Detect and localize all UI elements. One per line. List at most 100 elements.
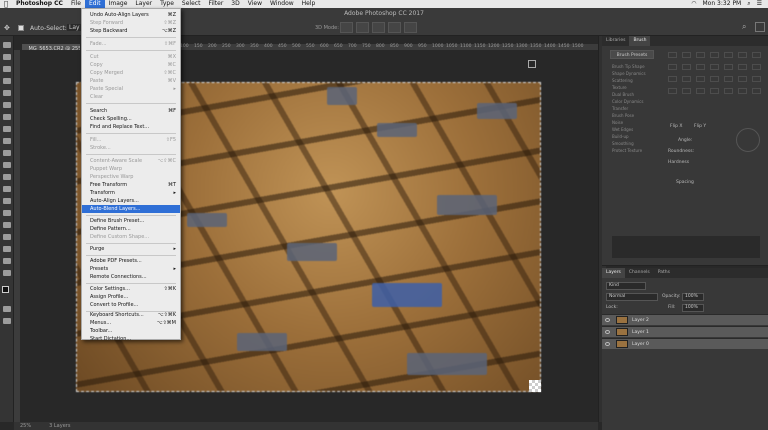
menu-select[interactable]: Select [178,0,205,8]
lasso-tool-icon[interactable] [3,66,11,72]
tab-layers[interactable]: Layers [602,268,625,278]
menu-item-toolbar[interactable]: Toolbar... [82,327,180,335]
layer-row[interactable]: Layer 1 [602,326,768,337]
brush-option[interactable]: Transfer [612,106,662,111]
blur-tool-icon[interactable] [3,186,11,192]
quick-mask-icon[interactable] [3,306,11,312]
menu-item-assign-profile[interactable]: Assign Profile... [82,293,180,301]
move-tool-icon[interactable]: ✥ [4,24,10,32]
brush-option[interactable]: Shape Dynamics [612,71,662,76]
menu-app[interactable]: Photoshop CC [12,0,67,8]
3d-scale-button[interactable] [404,22,417,33]
menu-help[interactable]: Help [298,0,320,8]
menu-layer[interactable]: Layer [131,0,156,8]
brush-tip[interactable] [724,76,733,82]
3d-slide-button[interactable] [388,22,401,33]
menu-item-define-brush[interactable]: Define Brush Preset... [82,217,180,225]
menu-item-undo[interactable]: Undo Auto-Align Layers ⌘Z [82,11,180,19]
menu-item-free-transform[interactable]: Free Transform ⌘T [82,181,180,189]
eye-icon[interactable] [605,318,610,322]
menu-file[interactable]: File [67,0,85,8]
brush-tip[interactable] [696,64,705,70]
menu-item-transform[interactable]: Transform ▸ [82,189,180,197]
menu-3d[interactable]: 3D [227,0,243,8]
tab-channels[interactable]: Channels [625,268,654,278]
menu-item-step-backward[interactable]: Step Backward ⌥⌘Z [82,27,180,35]
menu-item-remote-connections[interactable]: Remote Connections... [82,273,180,281]
brush-tip[interactable] [710,52,719,58]
brush-option[interactable]: Wet Edges [612,127,662,132]
brush-tip[interactable] [710,76,719,82]
autoselect-dropdown[interactable]: Lay [67,24,82,31]
menu-item-auto-align-layers[interactable]: Auto-Align Layers... [82,197,180,205]
brush-option[interactable]: Dual Brush [612,92,662,97]
brush-tip[interactable] [682,52,691,58]
layer-filter-dropdown[interactable]: Kind [606,282,646,290]
brush-option[interactable]: Build-up [612,134,662,139]
menu-item-search[interactable]: Search ⌘F [82,107,180,115]
brush-tool-icon[interactable] [3,126,11,132]
clone-stamp-tool-icon[interactable] [3,138,11,144]
menu-item-convert-profile[interactable]: Convert to Profile... [82,301,180,309]
clock[interactable]: Mon 3:32 PM [703,0,742,8]
blend-mode-dropdown[interactable]: Normal [606,293,658,301]
hand-tool-icon[interactable] [3,258,11,264]
screen-mode-icon[interactable] [3,318,11,324]
marquee-tool-icon[interactable] [3,54,11,60]
menu-window[interactable]: Window [266,0,298,8]
zoom-tool-icon[interactable] [3,270,11,276]
brush-tip[interactable] [710,88,719,94]
menu-item-find-replace[interactable]: Find and Replace Text... [82,123,180,131]
foreground-color-swatch[interactable] [2,286,9,293]
brush-tip[interactable] [738,64,747,70]
menu-item-menus[interactable]: Menus... ⌥⇧⌘M [82,319,180,327]
gradient-tool-icon[interactable] [3,174,11,180]
brush-option[interactable]: Brush Pose [612,113,662,118]
eye-icon[interactable] [605,342,610,346]
brush-tip[interactable] [668,64,677,70]
3d-roll-button[interactable] [356,22,369,33]
brush-tip[interactable] [668,52,677,58]
pen-tool-icon[interactable] [3,210,11,216]
layer-row[interactable]: Layer 2 [602,314,768,325]
path-select-tool-icon[interactable] [3,234,11,240]
shape-tool-icon[interactable] [3,246,11,252]
brush-tip[interactable] [682,88,691,94]
brush-tip[interactable] [752,76,761,82]
brush-tip[interactable] [696,76,705,82]
healing-tool-icon[interactable] [3,114,11,120]
eraser-tool-icon[interactable] [3,162,11,168]
menu-type[interactable]: Type [156,0,178,8]
layer-name[interactable]: Layer 1 [632,327,649,338]
brush-presets-button[interactable]: Brush Presets [610,50,654,59]
brush-tip[interactable] [682,64,691,70]
brush-tip[interactable] [752,52,761,58]
menu-item-check-spelling[interactable]: Check Spelling... [82,115,180,123]
apple-icon[interactable]:  [0,0,12,8]
brush-tip[interactable] [752,88,761,94]
menu-item-define-pattern[interactable]: Define Pattern... [82,225,180,233]
history-brush-tool-icon[interactable] [3,150,11,156]
brush-option[interactable]: Noise [612,120,662,125]
brush-option[interactable]: Protect Texture [612,148,662,153]
3d-orbit-button[interactable] [340,22,353,33]
brush-angle-preview[interactable] [736,128,760,152]
menu-item-purge[interactable]: Purge ▸ [82,245,180,253]
brush-tip[interactable] [696,88,705,94]
tab-brush[interactable]: Brush [629,36,651,46]
brush-tip[interactable] [668,76,677,82]
menu-item-pdf-presets[interactable]: Adobe PDF Presets... [82,257,180,265]
brush-option[interactable]: Color Dynamics [612,99,662,104]
3d-pan-button[interactable] [372,22,385,33]
tab-paths[interactable]: Paths [654,268,674,278]
flip-y-label[interactable]: Flip Y [694,124,706,129]
layer-row[interactable]: Layer 0 [602,338,768,349]
search-icon[interactable]: ⌕ [742,22,746,32]
brush-tip[interactable] [724,52,733,58]
eyedropper-tool-icon[interactable] [3,102,11,108]
brush-option[interactable]: Scattering [612,78,662,83]
brush-tip[interactable] [738,52,747,58]
workspace-icon[interactable] [755,22,765,32]
dodge-tool-icon[interactable] [3,198,11,204]
brush-tip[interactable] [696,52,705,58]
